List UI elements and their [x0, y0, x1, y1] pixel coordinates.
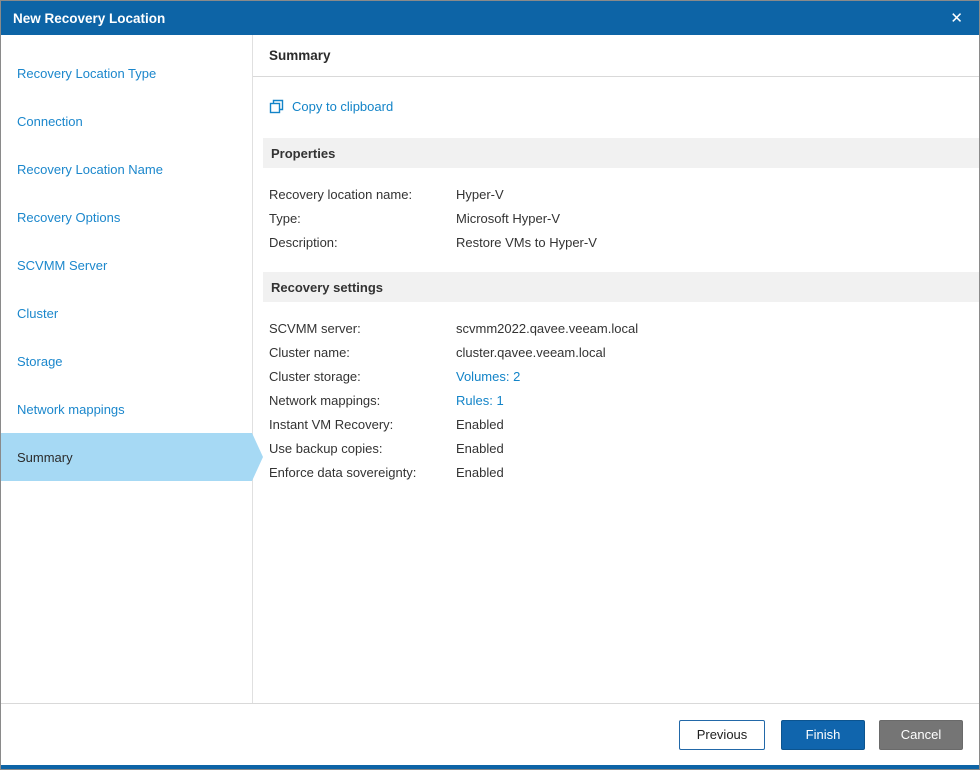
copy-icon [269, 99, 284, 114]
row-value: Enabled [456, 416, 504, 432]
sidebar-item-label: Storage [17, 353, 63, 369]
table-row: Network mappings: Rules: 1 [269, 388, 979, 412]
sidebar-item-cluster[interactable]: Cluster [1, 289, 252, 337]
new-recovery-location-dialog: New Recovery Location ✕ Recovery Locatio… [0, 0, 980, 770]
content-panel: Summary Copy to clipboard Properties Rec… [253, 35, 979, 703]
section-header-recovery-settings: Recovery settings [263, 272, 979, 302]
table-row: Cluster storage: Volumes: 2 [269, 364, 979, 388]
title-bar: New Recovery Location ✕ [1, 1, 979, 35]
row-label: Type: [269, 210, 301, 226]
row-label: Instant VM Recovery: [269, 416, 394, 432]
table-row: SCVMM server: scvmm2022.qavee.veeam.loca… [269, 316, 979, 340]
properties-rows: Recovery location name: Hyper-V Type: Mi… [253, 168, 979, 272]
sidebar-item-label: Recovery Options [17, 209, 121, 225]
sidebar-item-storage[interactable]: Storage [1, 337, 252, 385]
finish-button[interactable]: Finish [781, 719, 865, 750]
row-label: Enforce data sovereignty: [269, 464, 417, 480]
sidebar-item-recovery-location-name[interactable]: Recovery Location Name [1, 145, 252, 193]
copy-to-clipboard-label: Copy to clipboard [292, 99, 394, 114]
row-label: Cluster storage: [269, 368, 361, 384]
table-row: Description: Restore VMs to Hyper-V [269, 230, 979, 254]
sidebar-item-summary[interactable]: Summary [1, 433, 252, 481]
copy-to-clipboard-link[interactable]: Copy to clipboard [253, 99, 979, 114]
sidebar-item-label: Network mappings [17, 401, 125, 417]
footer-bar: Previous Finish Cancel [1, 703, 979, 765]
page-title: Summary [253, 35, 979, 77]
sidebar-item-label: Cluster [17, 305, 59, 321]
recovery-settings-rows: SCVMM server: scvmm2022.qavee.veeam.loca… [253, 302, 979, 502]
row-value: Microsoft Hyper-V [456, 210, 561, 226]
row-value: Enabled [456, 464, 504, 480]
row-label: Description: [269, 234, 338, 250]
table-row: Type: Microsoft Hyper-V [269, 206, 979, 230]
sidebar-item-label: SCVMM Server [17, 257, 108, 273]
table-row: Use backup copies: Enabled [269, 436, 979, 460]
section-header-properties: Properties [263, 138, 979, 168]
table-row: Recovery location name: Hyper-V [269, 182, 979, 206]
sidebar-item-label: Connection [17, 113, 83, 129]
row-value: Restore VMs to Hyper-V [456, 234, 597, 250]
sidebar-item-connection[interactable]: Connection [1, 97, 252, 145]
row-value: scvmm2022.qavee.veeam.local [456, 320, 639, 336]
sidebar-item-label: Recovery Location Type [17, 65, 157, 81]
window-bottom-accent [1, 765, 979, 769]
row-value: cluster.qavee.veeam.local [456, 344, 606, 360]
main-area: Recovery Location Type Connection Recove… [1, 35, 979, 703]
sidebar-item-label: Summary [17, 449, 73, 465]
row-value: Hyper-V [456, 186, 504, 202]
row-label: Network mappings: [269, 392, 381, 408]
row-label: SCVMM server: [269, 320, 361, 336]
cancel-button[interactable]: Cancel [879, 719, 963, 750]
row-value: Enabled [456, 440, 504, 456]
sidebar-item-recovery-location-type[interactable]: Recovery Location Type [1, 49, 252, 97]
table-row: Enforce data sovereignty: Enabled [269, 460, 979, 484]
wizard-steps-sidebar: Recovery Location Type Connection Recove… [1, 35, 253, 703]
row-label: Cluster name: [269, 344, 350, 360]
close-icon[interactable]: ✕ [946, 7, 967, 30]
sidebar-item-recovery-options[interactable]: Recovery Options [1, 193, 252, 241]
summary-body: Copy to clipboard Properties Recovery lo… [253, 77, 979, 703]
table-row: Cluster name: cluster.qavee.veeam.local [269, 340, 979, 364]
sidebar-item-network-mappings[interactable]: Network mappings [1, 385, 252, 433]
previous-button[interactable]: Previous [679, 719, 765, 750]
sidebar-item-label: Recovery Location Name [17, 161, 163, 177]
table-row: Instant VM Recovery: Enabled [269, 412, 979, 436]
row-label: Recovery location name: [269, 186, 413, 202]
row-label: Use backup copies: [269, 440, 383, 456]
rules-link[interactable]: Rules: 1 [456, 393, 504, 408]
sidebar-item-scvmm-server[interactable]: SCVMM Server [1, 241, 252, 289]
volumes-link[interactable]: Volumes: 2 [456, 369, 520, 384]
window-title: New Recovery Location [13, 10, 166, 26]
